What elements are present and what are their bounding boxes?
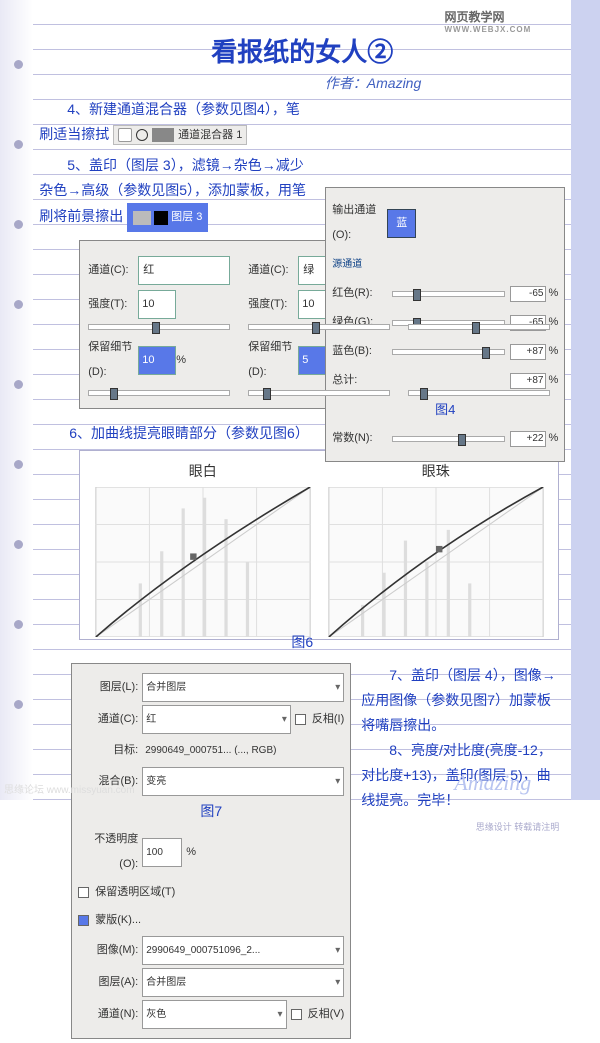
mixer-label: 通道混合器 1 [178,123,242,148]
channel-mixer-chip: 通道混合器 1 [113,125,247,145]
p4-r0-pct: % [548,281,558,306]
p5c0-ch-lbl: 通道(C): [88,258,138,283]
p5c0-dt-lbl: 保留细节(D): [88,335,138,385]
credit-small: 思缘设计 转载请注明 [361,815,559,840]
layer-chip: 图层 3 [127,203,208,232]
curves-panel: 眼白 眼珠 [79,450,559,640]
p4-output-label: 输出通道(O): [332,198,387,248]
p4-r3-val: +87 [510,373,546,389]
p7-caption: 图7 [78,799,344,824]
p4-output-select[interactable]: 蓝 [387,209,416,238]
p7-layer2-sel[interactable]: 合并图层 [142,968,344,997]
p7-ch2-lbl: 通道(N): [78,1002,138,1027]
panel-fig7: 图层(L):合并图层 通道(C):红反相(I) 目标:2990649_00075… [71,663,351,1039]
curve-left-caption: 眼白 [86,459,319,484]
p4-r2-val[interactable]: +87 [510,344,546,360]
right-margin [571,0,600,800]
p7-mask-lbl: 蒙版(K)... [95,908,141,933]
p7-invert2-chk[interactable] [291,1009,302,1020]
p7-layer2-lbl: 图层(A): [78,970,138,995]
p7-invert-lbl: 反相(I) [312,707,344,732]
p4-const-val[interactable]: +22 [510,431,546,447]
p4-r0-lbl: 红色(R): [332,281,387,306]
p5c0-ch-sel[interactable]: 红 [138,256,230,285]
p4-r0-val[interactable]: -65 [510,286,546,302]
layer-thumb-icon [133,211,151,225]
p4-caption: 图4 [332,397,558,422]
p7-op-inp[interactable]: 100 [142,838,182,867]
layer-chip-label: 图层 3 [171,205,202,230]
p7-ch-lbl: 通道(C): [78,707,138,732]
p7-blend-sel[interactable]: 变亮 [142,767,344,796]
p7-ch2-sel[interactable]: 灰色 [142,1000,286,1029]
p5c0-st-inp[interactable]: 10 [138,290,176,319]
watermark-line2: WWW.WEBJX.COM [444,25,531,34]
p4-src-label: 源通道 [332,252,387,277]
p7-op-lbl: 不透明度(O): [78,827,138,877]
p7-img-sel[interactable]: 2990649_000751096_2... [142,936,344,965]
watermark-top: 网页教学网 WWW.WEBJX.COM [444,8,531,34]
p7-img-lbl: 图像(M): [78,938,138,963]
p7-target-lbl: 目标: [78,738,138,763]
signature: Amazing [454,770,531,796]
p5c1-dt-lbl: 保留细节(D): [248,335,298,385]
binding-edge [0,0,33,800]
right-text: 7、盖印（图层 4），图像→应用图像（参数见图7）加蒙板将嘴唇擦出。 8、亮度/… [361,663,559,1039]
step5-text: 5、盖印（图层 3），滤镜→杂色→减少杂色→高级（参数见图5），添加蒙板，用笔刷… [39,153,309,232]
author-line: 作者：Amazing [33,69,571,93]
watermark-line1: 网页教学网 [444,10,504,24]
p4-const-pct: % [548,426,558,451]
p7-op-pct: % [186,840,196,865]
visibility-icon [118,128,132,142]
p5c0-st-lbl: 强度(T): [88,292,138,317]
p7-pres-chk[interactable] [78,887,89,898]
p7-invert2-lbl: 反相(V) [308,1002,345,1027]
step4-text: 4、新建通道混合器（参数见图4），笔刷适当擦拭 通道混合器 1 [39,97,309,147]
curve-right-graph [326,487,546,637]
p5c1-ch-lbl: 通道(C): [248,258,298,283]
curve-left-graph [93,487,313,637]
curves-caption: 图6 [39,630,565,655]
p7-layer-sel[interactable]: 合并图层 [142,673,344,702]
mask-thumb-icon [152,128,174,142]
p7-invert-chk[interactable] [295,714,306,725]
layer-mask-icon [154,211,168,225]
p7-target-val: 2990649_000751... (..., RGB) [142,737,344,764]
p4-r1-pct: % [548,310,558,335]
p7-ch-sel[interactable]: 红 [142,705,291,734]
p7-pres-lbl: 保留透明区域(T) [95,880,175,905]
p5c0-pct: % [176,348,186,373]
step7-text: 7、盖印（图层 4），图像→应用图像（参数见图7）加蒙板将嘴唇擦出。 [361,663,559,738]
p4-r2-lbl: 蓝色(B): [332,339,387,364]
p5c1-st-lbl: 强度(T): [248,292,298,317]
p4-r1-lbl: 绿色(G): [332,310,387,335]
adjustment-icon [136,129,148,141]
p7-layer-lbl: 图层(L): [78,675,138,700]
p4-const-lbl: 常数(N): [332,426,387,451]
footer-left: 思缘论坛 www.missyuan.com [4,781,135,796]
p7-mask-chk[interactable] [78,915,89,926]
p4-r2-pct: % [548,339,558,364]
curve-right-caption: 眼珠 [319,459,552,484]
p5c0-dt-inp[interactable]: 10 [138,346,176,375]
